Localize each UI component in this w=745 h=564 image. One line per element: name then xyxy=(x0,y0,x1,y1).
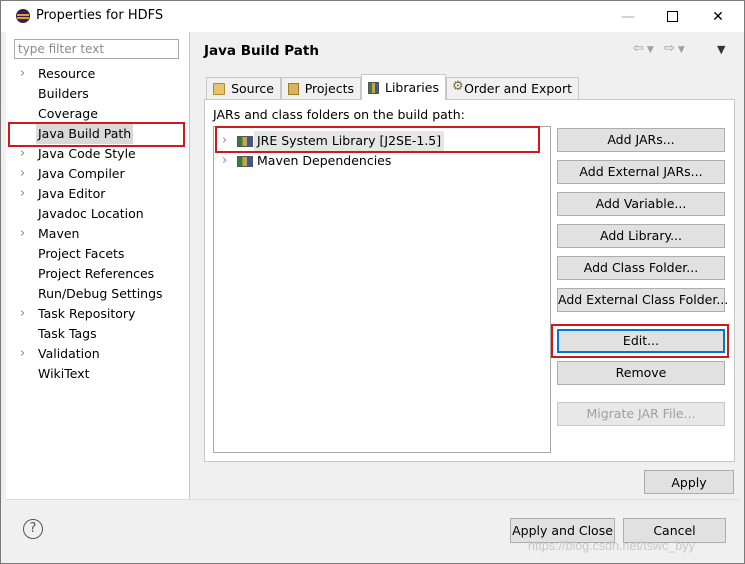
migrate-jar-button: Migrate JAR File... xyxy=(557,402,725,426)
list-item[interactable]: › JRE System Library [J2SE-1.5] xyxy=(214,131,550,151)
library-icon xyxy=(368,81,379,94)
properties-dialog: Properties for HDFS — ✕ type filter text… xyxy=(0,0,745,564)
tab-source[interactable]: Source xyxy=(206,77,281,99)
sidebar: type filter text › Resource Builders Cov… xyxy=(6,32,190,499)
watermark: https://blog.csdn.net/tswc_byy xyxy=(528,539,695,553)
sidebar-item-task-tags[interactable]: Task Tags xyxy=(6,324,190,344)
sidebar-item-java-editor[interactable]: › Java Editor xyxy=(6,184,190,204)
add-library-button[interactable]: Add Library... xyxy=(557,224,725,248)
sidebar-item-run-debug-settings[interactable]: Run/Debug Settings xyxy=(6,284,190,304)
sidebar-item-validation[interactable]: › Validation xyxy=(6,344,190,364)
chevron-right-icon[interactable]: › xyxy=(20,184,30,204)
forward-dropdown-icon[interactable]: ▼ xyxy=(678,45,688,55)
history-nav[interactable]: ⇦▼ ⇨▼ xyxy=(633,41,688,56)
sidebar-item-maven[interactable]: › Maven xyxy=(6,224,190,244)
chevron-right-icon[interactable]: › xyxy=(20,344,30,364)
divider xyxy=(6,499,739,500)
sidebar-item-java-compiler[interactable]: › Java Compiler xyxy=(6,164,190,184)
sidebar-item-coverage[interactable]: Coverage xyxy=(6,104,190,124)
back-dropdown-icon[interactable]: ▼ xyxy=(647,45,657,55)
chevron-right-icon[interactable]: › xyxy=(222,151,227,171)
view-menu-icon[interactable]: ▼ xyxy=(717,43,725,56)
sidebar-item-builders[interactable]: Builders xyxy=(6,84,190,104)
filter-input[interactable]: type filter text xyxy=(14,39,179,59)
library-icon xyxy=(237,156,253,167)
maximize-button[interactable] xyxy=(649,1,695,32)
add-external-jars-button[interactable]: Add External JARs... xyxy=(557,160,725,184)
sidebar-item-project-facets[interactable]: Project Facets xyxy=(6,244,190,264)
panel-label: JARs and class folders on the build path… xyxy=(213,107,465,122)
list-item[interactable]: › Maven Dependencies xyxy=(214,151,550,171)
chevron-right-icon[interactable]: › xyxy=(20,64,30,84)
title-bar: Properties for HDFS — ✕ xyxy=(1,1,744,32)
help-icon[interactable]: ? xyxy=(23,519,43,539)
chevron-right-icon[interactable]: › xyxy=(20,304,30,324)
remove-button[interactable]: Remove xyxy=(557,361,725,385)
sidebar-item-project-references[interactable]: Project References xyxy=(6,264,190,284)
back-arrow-icon[interactable]: ⇦ xyxy=(633,41,647,56)
add-variable-button[interactable]: Add Variable... xyxy=(557,192,725,216)
order-icon xyxy=(452,79,464,95)
chevron-right-icon[interactable]: › xyxy=(20,144,30,164)
sidebar-item-resource[interactable]: › Resource xyxy=(6,64,190,84)
tab-projects[interactable]: Projects xyxy=(281,77,361,99)
tab-libraries[interactable]: Libraries xyxy=(361,74,446,100)
folder-icon xyxy=(213,82,226,95)
window-title: Properties for HDFS xyxy=(36,8,164,23)
chevron-right-icon[interactable]: › xyxy=(20,224,30,244)
library-icon xyxy=(237,136,253,147)
chevron-right-icon[interactable]: › xyxy=(222,131,227,151)
page-title: Java Build Path xyxy=(204,43,319,59)
forward-arrow-icon[interactable]: ⇨ xyxy=(664,41,678,56)
sidebar-item-java-build-path[interactable]: Java Build Path xyxy=(6,124,190,144)
add-jars-button[interactable]: Add JARs... xyxy=(557,128,725,152)
project-icon xyxy=(288,82,299,95)
maximize-icon xyxy=(666,11,678,22)
eclipse-icon xyxy=(16,9,30,23)
edit-button[interactable]: Edit... xyxy=(557,329,725,353)
add-external-class-folder-button[interactable]: Add External Class Folder... xyxy=(557,288,728,312)
chevron-right-icon[interactable]: › xyxy=(20,164,30,184)
libraries-list[interactable]: › JRE System Library [J2SE-1.5] › Maven … xyxy=(213,126,551,453)
sidebar-item-java-code-style[interactable]: › Java Code Style xyxy=(6,144,190,164)
minimize-button[interactable]: — xyxy=(605,1,651,32)
sidebar-item-task-repository[interactable]: › Task Repository xyxy=(6,304,190,324)
close-button[interactable]: ✕ xyxy=(695,1,741,32)
apply-button[interactable]: Apply xyxy=(644,470,734,494)
tab-order-and-export[interactable]: Order and Export xyxy=(446,77,579,99)
add-class-folder-button[interactable]: Add Class Folder... xyxy=(557,256,725,280)
sidebar-item-wikitext[interactable]: WikiText xyxy=(6,364,190,384)
sidebar-item-javadoc-location[interactable]: Javadoc Location xyxy=(6,204,190,224)
